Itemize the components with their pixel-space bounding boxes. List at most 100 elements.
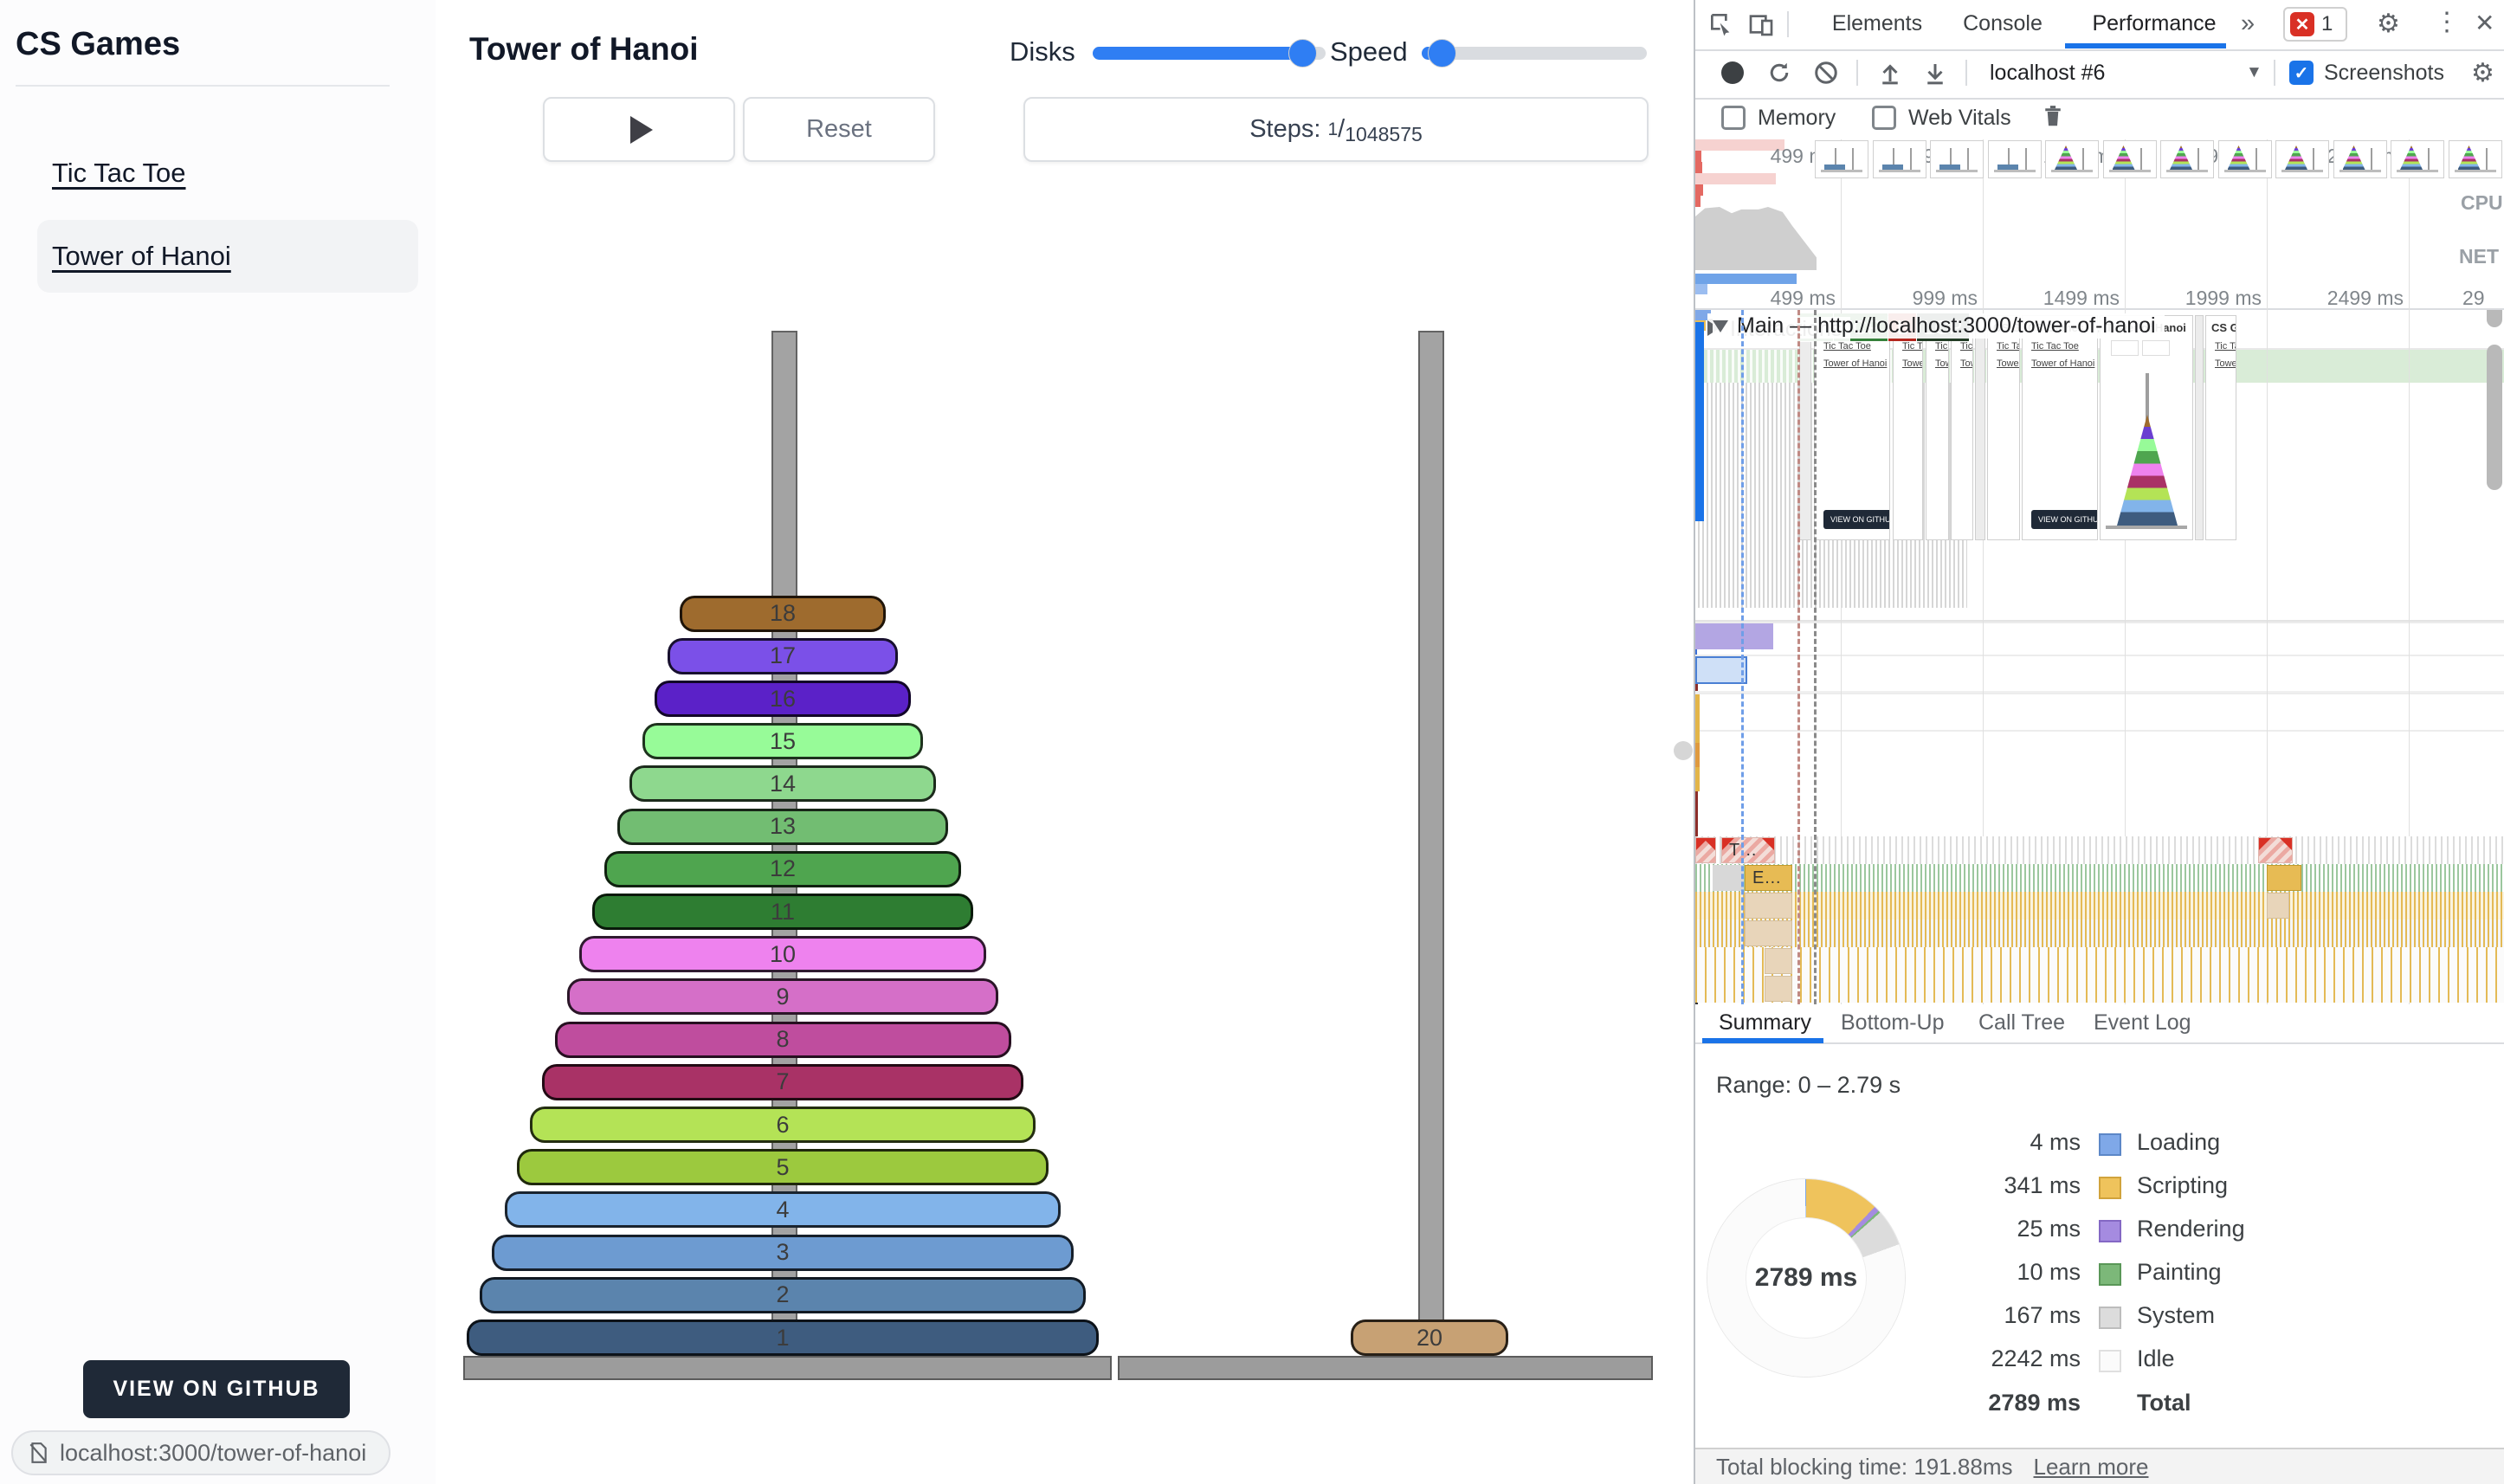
issues-badge[interactable]: ✕ 1 [2283, 7, 2347, 42]
screenshot-hanoi-page[interactable]: Tower of Hanoi [2100, 383, 2193, 540]
long-task-red [1695, 184, 1703, 196]
disks-slider-thumb[interactable] [1288, 39, 1317, 68]
disk-14[interactable]: 14 [629, 765, 936, 802]
details-tab-summary[interactable]: Summary [1719, 1004, 1811, 1041]
disk-11[interactable]: 11 [592, 894, 973, 930]
screenshot-games-page[interactable]: CS GamesTic Tac ToeTower of Hanoi [1951, 383, 1973, 540]
reload-record-icon[interactable] [1766, 60, 1792, 86]
filmstrip-thumbnail[interactable] [2045, 140, 2099, 178]
frames-screenshots[interactable]: CS GamesTic Tac ToeTower of HanoiVIEW ON… [1695, 383, 2504, 622]
scrollbar-thumb[interactable] [2487, 310, 2502, 327]
tab-elements[interactable]: Elements [1825, 0, 1929, 48]
disk-9[interactable]: 9 [567, 978, 998, 1015]
flame-row-2[interactable] [1695, 892, 2504, 919]
disk-10[interactable]: 10 [579, 936, 985, 972]
interaction-tick [1695, 767, 1700, 791]
filmstrip-thumbnail[interactable] [2449, 140, 2502, 178]
disk-16[interactable]: 16 [655, 681, 911, 717]
record-icon[interactable] [1721, 61, 1744, 84]
screenshot-games-page[interactable]: CS GamesTic Tac ToeTower of Hanoi [1926, 383, 1949, 540]
filmstrip-thumbnail[interactable] [2160, 140, 2214, 178]
screenshot-games-page[interactable]: CS GamesTic Tac ToeTower of Hanoi [2205, 383, 2236, 540]
details-tab-bottom-up[interactable]: Bottom-Up [1841, 1004, 1944, 1041]
disk-13[interactable]: 13 [617, 809, 949, 845]
more-tabs-icon[interactable]: » [2241, 0, 2255, 48]
filmstrip-thumbnail[interactable] [1873, 140, 1926, 178]
disk-4[interactable]: 4 [505, 1191, 1062, 1228]
device-toolbar-icon[interactable] [1747, 10, 1775, 38]
screenshot-games-page[interactable]: CS GamesTic Tac ToeTower of Hanoi [1987, 383, 2020, 540]
memory-checkbox[interactable] [1721, 106, 1746, 130]
disk-12[interactable]: 12 [604, 851, 960, 887]
disk-6[interactable]: 6 [530, 1107, 1036, 1143]
interactions-track[interactable]: Interactions [1695, 693, 2504, 732]
filmstrip-thumbnail[interactable] [1988, 140, 2042, 178]
trash-icon[interactable] [2040, 103, 2066, 129]
animation-track[interactable]: Animation [1695, 622, 2504, 656]
view-on-github-button[interactable]: VIEW ON GITHUB [83, 1360, 350, 1418]
flame-row-3[interactable] [1695, 919, 2504, 947]
sidebar-item-tic-tac-toe[interactable]: Tic Tac Toe [37, 137, 418, 210]
speed-slider-thumb[interactable] [1428, 39, 1456, 68]
disk-3[interactable]: 3 [492, 1235, 1074, 1271]
settings-gear-icon[interactable]: ⚙ [2377, 9, 2400, 39]
details-tab-call-tree[interactable]: Call Tree [1978, 1004, 2065, 1041]
kebab-menu-icon[interactable]: ⋮ [2434, 7, 2460, 37]
filmstrip-thumbnail[interactable] [2391, 140, 2444, 178]
history-select[interactable]: localhost #6 [1990, 61, 2105, 86]
cpu-label: CPU [2461, 191, 2503, 215]
flame-row-5[interactable] [1695, 975, 2504, 1003]
legend-row-system: 167 msSystem [1695, 1302, 2301, 1337]
filmstrip-thumbnail[interactable] [2275, 140, 2329, 178]
disk-7[interactable]: 7 [542, 1064, 1023, 1100]
inspect-element-icon[interactable] [1707, 10, 1735, 38]
screenshot-games-page[interactable]: CS GamesTic Tac ToeTower of Hanoi [1893, 383, 1923, 540]
main-thread-header[interactable]: Main — http://localhost:3000/tower-of-ha… [1695, 732, 2504, 763]
clear-icon[interactable] [1813, 60, 1839, 86]
disks-slider[interactable] [1093, 47, 1326, 60]
screenshot-games-page[interactable] [1799, 383, 1811, 540]
save-profile-icon[interactable] [1922, 60, 1948, 86]
disk-2[interactable]: 2 [480, 1277, 1086, 1313]
tab-performance[interactable]: Performance [2076, 0, 2232, 48]
timeline-overview[interactable]: 499 ms999 ms1499 ms1999 ms2499 msCPUNET4… [1695, 139, 2504, 310]
play-button[interactable] [543, 97, 735, 162]
details-tab-event-log[interactable]: Event Log [2094, 1004, 2191, 1041]
filmstrip-thumbnail[interactable] [1815, 140, 1868, 178]
filmstrip-thumbnail[interactable] [2333, 140, 2387, 178]
scrollbar-thumb[interactable] [2487, 345, 2502, 490]
flame-row-1[interactable]: E… [1695, 864, 2504, 892]
disk-15[interactable]: 15 [642, 723, 924, 759]
close-devtools-icon[interactable]: ✕ [2475, 9, 2494, 37]
main-section-label[interactable]: Main — http://localhost:3000/tower-of-ha… [1713, 313, 2165, 339]
screenshots-checkbox[interactable]: ✓ [2289, 61, 2314, 85]
screenshot-games-page[interactable] [1975, 383, 1985, 540]
speed-slider[interactable] [1422, 47, 1647, 60]
sidebar-item-tower-of-hanoi[interactable]: Tower of Hanoi [37, 220, 418, 293]
timings-track[interactable]: FPFCPLLCPTimings [1695, 656, 2504, 691]
mini-base [2166, 170, 2208, 172]
disk-20[interactable]: 20 [1351, 1319, 1508, 1356]
screenshot-games-page[interactable]: CS GamesTic Tac ToeTower of HanoiVIEW ON… [2022, 383, 2098, 540]
flame-row-0[interactable]: T… [1695, 836, 2504, 864]
devtools-resize-handle[interactable] [1674, 741, 1693, 760]
web-vitals-checkbox[interactable] [1872, 106, 1896, 130]
disk-1[interactable]: 1 [467, 1319, 1098, 1356]
screenshot-games-page[interactable] [2195, 383, 2204, 540]
disk-5[interactable]: 5 [517, 1149, 1049, 1185]
filmstrip-thumbnail[interactable] [2218, 140, 2272, 178]
expander-expanded-icon[interactable] [1713, 320, 1728, 332]
filmstrip-thumbnail[interactable] [1930, 140, 1984, 178]
learn-more-link[interactable]: Learn more [2034, 1454, 2149, 1481]
tab-console[interactable]: Console [1955, 0, 2050, 48]
disk-18[interactable]: 18 [680, 596, 886, 632]
screenshot-games-page[interactable]: CS GamesTic Tac ToeTower of HanoiVIEW ON… [1814, 383, 1890, 540]
flame-row-4[interactable] [1695, 947, 2504, 975]
reset-button[interactable]: Reset [743, 97, 935, 162]
filmstrip-thumbnail[interactable] [2103, 140, 2157, 178]
disk-17[interactable]: 17 [668, 638, 899, 674]
disk-8[interactable]: 8 [555, 1022, 1011, 1058]
capture-settings-gear-icon[interactable]: ⚙ [2471, 58, 2494, 88]
load-profile-icon[interactable] [1877, 60, 1903, 86]
select-chevron-icon[interactable]: ▼ [2246, 63, 2262, 82]
